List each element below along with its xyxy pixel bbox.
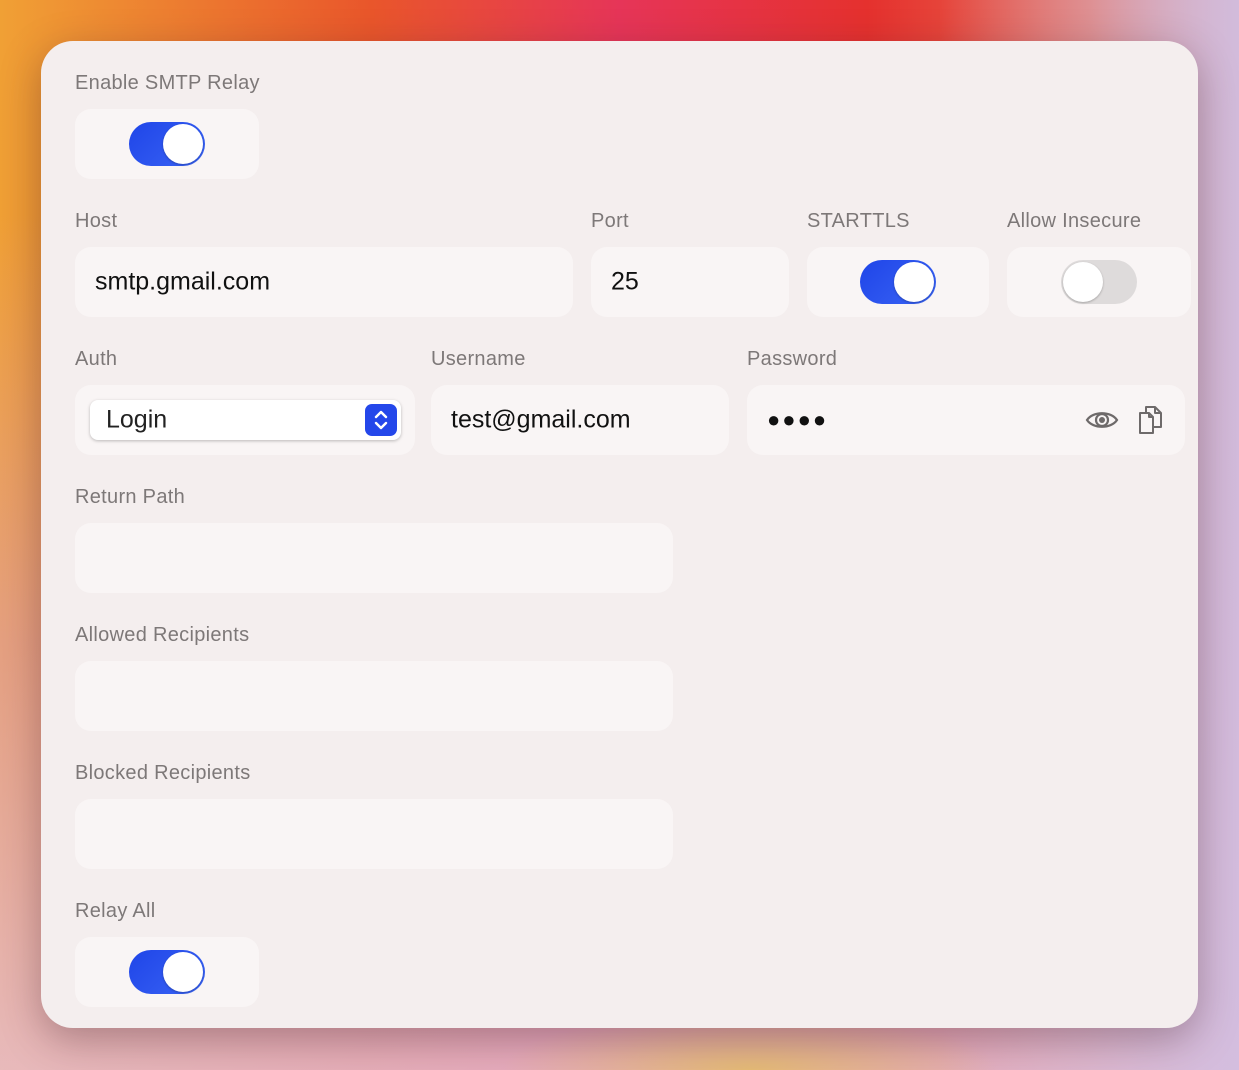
password-masked-value: ●●●● [767, 407, 829, 432]
auth-label: Auth [75, 348, 118, 370]
allow-insecure-toggle[interactable] [1061, 260, 1137, 304]
enable-smtp-relay-toggle[interactable] [129, 122, 205, 166]
port-field[interactable]: 25 [591, 247, 789, 317]
allowed-recipients-field[interactable] [75, 661, 673, 731]
starttls-toggle[interactable] [860, 260, 936, 304]
allow-insecure-label: Allow Insecure [1007, 210, 1142, 232]
host-value: smtp.gmail.com [95, 267, 271, 296]
relay-all-label: Relay All [75, 900, 156, 922]
port-value: 25 [611, 267, 639, 296]
auth-selected-value: Login [106, 405, 168, 434]
eye-icon[interactable] [1085, 403, 1119, 437]
username-label: Username [431, 348, 526, 370]
copy-icon[interactable] [1134, 403, 1168, 437]
return-path-label: Return Path [75, 486, 186, 508]
chevron-up-down-icon [365, 404, 397, 436]
relay-all-toggle[interactable] [129, 950, 205, 994]
host-field[interactable]: smtp.gmail.com [75, 247, 573, 317]
starttls-label: STARTTLS [807, 210, 910, 232]
blocked-recipients-field[interactable] [75, 799, 673, 869]
toggle-knob [894, 262, 934, 302]
auth-select[interactable]: Login [90, 400, 401, 440]
enable-smtp-relay-label: Enable SMTP Relay [75, 72, 260, 94]
toggle-knob [1063, 262, 1103, 302]
relay-all-well [75, 937, 259, 1007]
toggle-knob [163, 952, 203, 992]
password-label: Password [747, 348, 838, 370]
return-path-field[interactable] [75, 523, 673, 593]
allowed-recipients-label: Allowed Recipients [75, 624, 250, 646]
port-label: Port [591, 210, 629, 232]
host-label: Host [75, 210, 118, 232]
starttls-well [807, 247, 989, 317]
enable-smtp-relay-well [75, 109, 259, 179]
username-value: test@gmail.com [451, 405, 631, 434]
smtp-relay-settings-panel: Enable SMTP Relay Host smtp.gmail.com Po… [41, 41, 1198, 1028]
password-field[interactable]: ●●●● [747, 385, 1185, 455]
allow-insecure-well [1007, 247, 1191, 317]
username-field[interactable]: test@gmail.com [431, 385, 729, 455]
toggle-knob [163, 124, 203, 164]
auth-well: Login [75, 385, 415, 455]
blocked-recipients-label: Blocked Recipients [75, 762, 251, 784]
